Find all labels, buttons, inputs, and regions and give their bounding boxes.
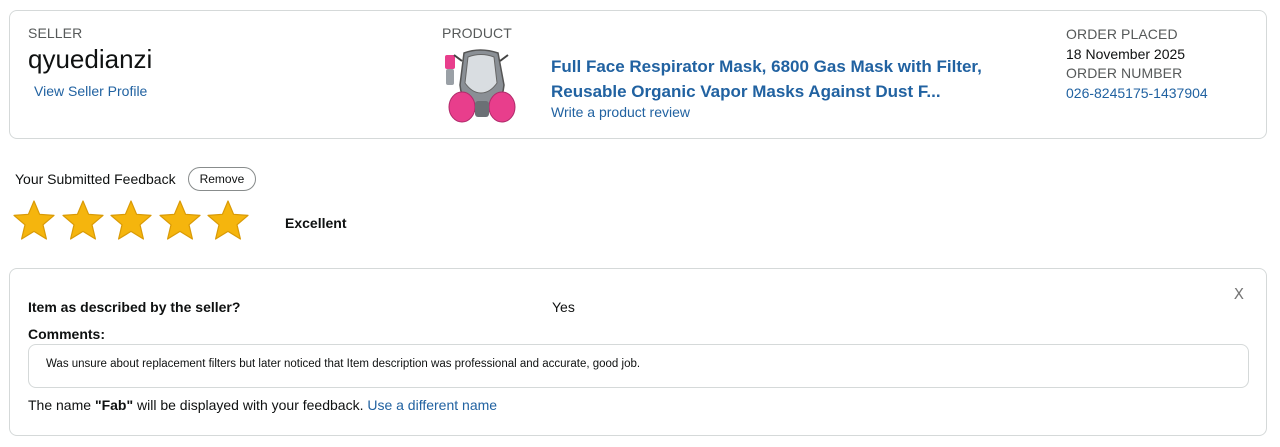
product-image[interactable] [442,45,518,129]
item-described-answer: Yes [552,299,575,315]
seller-section: SELLER qyuedianzi View Seller Profile [28,25,152,99]
close-icon[interactable]: X [1234,285,1244,303]
submitted-feedback-label: Your Submitted Feedback [15,171,176,187]
feedback-header: Your Submitted Feedback Remove [15,167,257,191]
name-prefix: The name [28,397,95,413]
comments-label: Comments: [28,326,106,342]
product-title-line2[interactable]: Reusable Organic Vapor Masks Against Dus… [551,79,1011,104]
order-summary-card: SELLER qyuedianzi View Seller Profile PR… [9,10,1267,139]
use-different-name-link[interactable]: Use a different name [367,397,497,413]
comment-text: Was unsure about replacement filters but… [46,358,641,370]
seller-label: SELLER [28,25,83,41]
product-title-line1[interactable]: Full Face Respirator Mask, 6800 Gas Mask… [551,54,1011,79]
order-placed-date: 18 November 2025 [1066,45,1186,62]
star-rating[interactable] [12,199,255,243]
feedback-details-card: X Item as described by the seller? Yes C… [9,268,1267,436]
remove-button[interactable]: Remove [187,167,257,191]
star-icon[interactable] [12,199,56,243]
display-name-value: "Fab" [94,397,134,413]
star-icon[interactable] [158,199,202,243]
star-icon[interactable] [109,199,153,243]
item-described-question: Item as described by the seller? [28,299,241,315]
comment-box: Was unsure about replacement filters but… [28,344,1249,388]
name-suffix: will be displayed with your feedback. [133,397,368,413]
view-seller-profile-link[interactable]: View Seller Profile [34,83,152,99]
seller-name: qyuedianzi [28,44,153,74]
display-name-line: The name "Fab" will be displayed with yo… [28,397,497,413]
write-review-link[interactable]: Write a product review [551,104,690,120]
order-info-section: ORDER PLACED 18 November 2025 ORDER NUMB… [1066,25,1208,103]
order-number-link[interactable]: 026-8245175-1437904 [1066,85,1208,101]
order-number-label: ORDER NUMBER [1066,65,1183,81]
rating-text: Excellent [285,215,347,231]
star-icon[interactable] [61,199,105,243]
product-title-link[interactable]: Full Face Respirator Mask, 6800 Gas Mask… [551,54,1011,104]
product-label: PRODUCT [442,25,512,41]
order-placed-label: ORDER PLACED [1066,26,1178,42]
star-icon[interactable] [206,199,250,243]
